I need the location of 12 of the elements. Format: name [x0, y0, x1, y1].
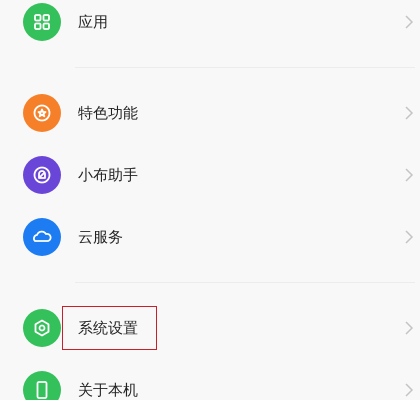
chevron-icon — [404, 167, 414, 183]
chevron-icon — [404, 382, 414, 398]
chevron-icon — [404, 14, 414, 30]
setting-label[interactable]: 系统设置 — [78, 319, 138, 337]
setting-label[interactable]: 关于本机 — [78, 381, 138, 399]
chevron-icon — [404, 320, 414, 336]
chevron-icon — [404, 105, 414, 121]
setting-label[interactable]: 特色功能 — [78, 104, 138, 122]
setting-label[interactable]: 小布助手 — [78, 166, 138, 184]
setting-label[interactable]: 云服务 — [78, 228, 123, 246]
chevron-icon — [404, 229, 414, 245]
setting-label[interactable]: 应用 — [78, 13, 108, 31]
